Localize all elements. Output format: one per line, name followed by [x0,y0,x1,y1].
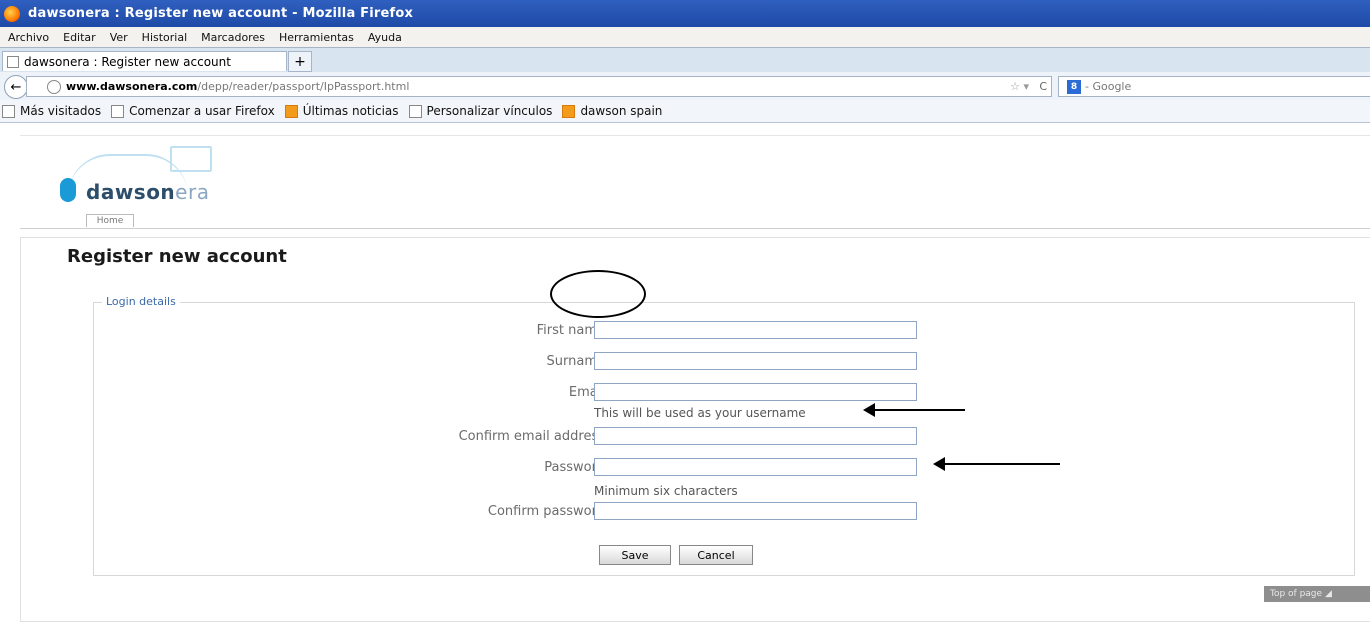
email-pointer-arrow [863,403,965,417]
top-of-page-label: Top of page [1270,589,1323,599]
menu-ayuda[interactable]: Ayuda [368,31,402,44]
bookmark-ultimas-noticias[interactable]: Últimas noticias [284,104,399,118]
back-arrow-icon: ← [10,79,22,95]
bookmark-label: Últimas noticias [302,104,399,118]
bookmark-label: Personalizar vínculos [426,104,553,118]
menu-herramientas[interactable]: Herramientas [279,31,354,44]
reload-icon[interactable]: C [1039,80,1047,93]
menu-bar: Archivo Editar Ver Historial Marcadores … [0,27,1370,47]
confirm-password-input[interactable] [594,502,917,520]
site-header: dawsonera Home [20,135,1370,229]
rss-icon [284,104,298,118]
bookmark-label: Comenzar a usar Firefox [129,104,275,118]
page-icon [408,104,422,118]
new-tab-button[interactable]: + [288,51,312,72]
url-path: /depp/reader/passport/IpPassport.html [197,80,410,93]
page-title: Register new account [67,246,287,267]
form-buttons: Save Cancel [599,545,761,565]
bookmark-label: dawson spain [580,104,663,118]
top-of-page-button[interactable]: Top of page ◢ [1264,586,1370,602]
search-placeholder: Google [1092,80,1132,93]
save-button[interactable]: Save [599,545,671,565]
confirm-password-row: Confirm password [94,502,1354,522]
browser-tab-title: dawsonera : Register new account [24,54,231,69]
menu-historial[interactable]: Historial [142,31,187,44]
surname-input[interactable] [594,352,917,370]
back-button[interactable]: ← [4,75,28,99]
menu-editar[interactable]: Editar [63,31,96,44]
menu-ver[interactable]: Ver [110,31,128,44]
password-row: Password [94,458,1354,478]
confirm-email-row: Confirm email address [94,427,1354,447]
page-icon [111,104,125,118]
fieldset-legend: Login details [102,295,180,308]
window-titlebar: dawsonera : Register new account - Mozil… [0,0,1370,27]
navigation-bar: ← www.dawsonera.com/depp/reader/passport… [0,72,1370,101]
tab-strip: dawsonera : Register new account + [0,47,1370,74]
bookmark-mas-visitados[interactable]: Más visitados [2,104,101,118]
page-favicon-icon [7,55,19,68]
search-engine-icon[interactable]: 8 [1067,79,1081,94]
main-content: Register new account Login details First… [20,237,1370,622]
home-tab[interactable]: Home [86,214,134,227]
menu-archivo[interactable]: Archivo [8,31,49,44]
confirm-password-label: Confirm password [487,504,605,519]
page-icon [2,104,15,118]
search-separator: - [1085,80,1093,93]
bookmark-label: Más visitados [20,104,102,118]
bookmark-dawson-spain[interactable]: dawson spain [562,104,662,118]
browser-tab[interactable]: dawsonera : Register new account [2,51,287,71]
firefox-icon [4,5,20,22]
bookmark-star-icon[interactable]: ☆ ▾ [1010,80,1029,93]
logo-text-light: era [175,180,210,204]
logo-mouse-icon [60,178,76,202]
password-hint: Minimum six characters [594,484,738,498]
email-input[interactable] [594,383,917,401]
save-highlight-circle [550,270,646,318]
url-bar[interactable]: www.dawsonera.com/depp/reader/passport/I… [26,76,1052,97]
window-title: dawsonera : Register new account - Mozil… [28,6,414,21]
up-arrow-icon: ◢ [1324,589,1332,599]
confirm-email-input[interactable] [594,427,917,445]
url-domain: www.dawsonera.com [66,80,198,93]
bookmarks-toolbar: Más visitados Comenzar a usar Firefox Úl… [0,100,1370,123]
login-details-fieldset: Login details First name Surname Email T… [93,295,1355,576]
first-name-row: First name [94,321,1354,341]
confirm-email-label: Confirm email address [458,429,605,444]
search-bar[interactable]: 8 - Google [1058,76,1370,97]
email-row: Email [94,383,1354,403]
logo-book-icon [170,146,212,172]
bookmark-personalizar[interactable]: Personalizar vínculos [408,104,553,118]
menu-marcadores[interactable]: Marcadores [201,31,265,44]
first-name-input[interactable] [594,321,917,339]
logo-text-dark: dawson [86,180,176,204]
email-hint: This will be used as your username [594,406,806,420]
bookmark-comenzar[interactable]: Comenzar a usar Firefox [111,104,275,118]
globe-icon [47,79,61,94]
cancel-button[interactable]: Cancel [679,545,753,565]
password-input[interactable] [594,458,917,476]
logo-wordmark: dawsonera [86,180,209,204]
rss-icon [562,104,576,118]
surname-row: Surname [94,352,1354,372]
password-pointer-arrow [933,457,1060,471]
